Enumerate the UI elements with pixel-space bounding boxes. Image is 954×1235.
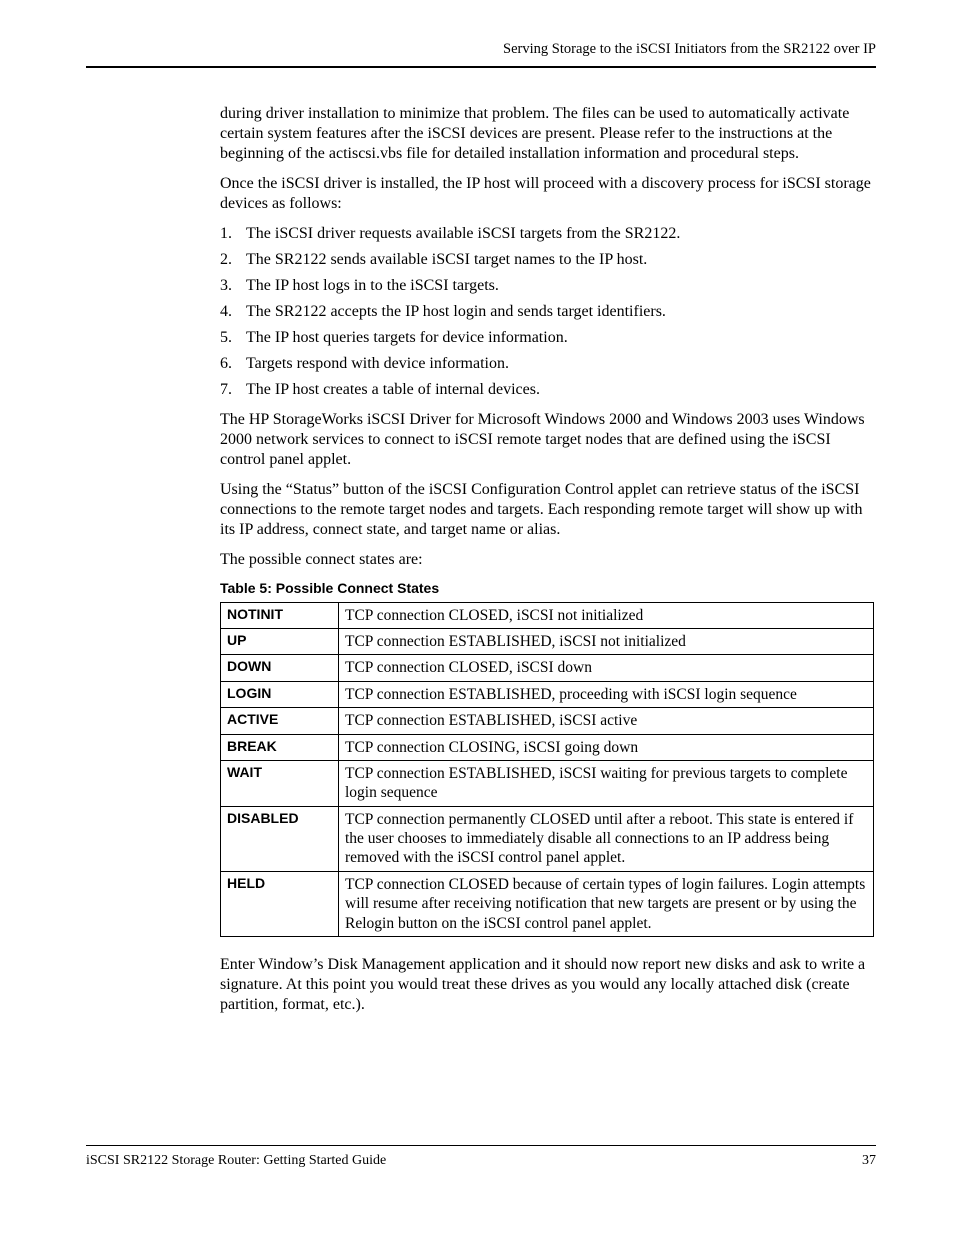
list-item: 6. Targets respond with device informatio… (220, 354, 874, 374)
paragraph: Once the iSCSI driver is installed, the … (220, 174, 874, 214)
state-cell: UP (221, 629, 339, 655)
paragraph: The HP StorageWorks iSCSI Driver for Mic… (220, 410, 874, 470)
list-text: The IP host queries targets for device i… (246, 329, 568, 346)
numbered-steps-list: 1. The iSCSI driver requests available iS… (220, 224, 874, 400)
list-item: 7. The IP host creates a table of interna… (220, 380, 874, 400)
paragraph: The possible connect states are: (220, 550, 874, 570)
state-cell: BREAK (221, 734, 339, 760)
list-number: 3. (220, 276, 232, 296)
list-text: The IP host creates a table of internal … (246, 381, 540, 398)
list-number: 7. (220, 380, 232, 400)
desc-cell: TCP connection ESTABLISHED, iSCSI waitin… (339, 760, 874, 806)
list-number: 4. (220, 302, 232, 322)
state-cell: NOTINIT (221, 602, 339, 628)
desc-cell: TCP connection CLOSED, iSCSI not initial… (339, 602, 874, 628)
table-row: UP TCP connection ESTABLISHED, iSCSI not… (221, 629, 874, 655)
table-row: BREAK TCP connection CLOSING, iSCSI goin… (221, 734, 874, 760)
desc-cell: TCP connection ESTABLISHED, iSCSI not in… (339, 629, 874, 655)
desc-cell: TCP connection ESTABLISHED, iSCSI active (339, 708, 874, 734)
state-cell: ACTIVE (221, 708, 339, 734)
body-text-column: during driver installation to minimize t… (220, 104, 874, 1015)
list-item: 1. The iSCSI driver requests available iS… (220, 224, 874, 244)
list-number: 5. (220, 328, 232, 348)
list-text: The IP host logs in to the iSCSI targets… (246, 277, 499, 294)
table-row: DISABLED TCP connection permanently CLOS… (221, 806, 874, 871)
connect-states-table: NOTINIT TCP connection CLOSED, iSCSI not… (220, 602, 874, 937)
paragraph: Enter Window’s Disk Management applicati… (220, 955, 874, 1015)
list-item: 4. The SR2122 accepts the IP host login a… (220, 302, 874, 322)
desc-cell: TCP connection ESTABLISHED, proceeding w… (339, 681, 874, 707)
table-row: ACTIVE TCP connection ESTABLISHED, iSCSI… (221, 708, 874, 734)
state-cell: HELD (221, 871, 339, 936)
footer-page-number: 37 (862, 1152, 876, 1170)
desc-cell: TCP connection CLOSING, iSCSI going down (339, 734, 874, 760)
table-row: LOGIN TCP connection ESTABLISHED, procee… (221, 681, 874, 707)
table-row: WAIT TCP connection ESTABLISHED, iSCSI w… (221, 760, 874, 806)
list-number: 2. (220, 250, 232, 270)
page-content: Serving Storage to the iSCSI Initiators … (86, 40, 876, 1025)
table-row: HELD TCP connection CLOSED because of ce… (221, 871, 874, 936)
running-header: Serving Storage to the iSCSI Initiators … (86, 40, 876, 58)
list-item: 2. The SR2122 sends available iSCSI targe… (220, 250, 874, 270)
list-text: The SR2122 sends available iSCSI target … (246, 251, 647, 268)
list-item: 5. The IP host queries targets for device… (220, 328, 874, 348)
list-item: 3. The IP host logs in to the iSCSI targe… (220, 276, 874, 296)
state-cell: DOWN (221, 655, 339, 681)
paragraph: during driver installation to minimize t… (220, 104, 874, 164)
desc-cell: TCP connection permanently CLOSED until … (339, 806, 874, 871)
list-number: 1. (220, 224, 232, 244)
list-text: Targets respond with device information. (246, 355, 509, 372)
state-cell: LOGIN (221, 681, 339, 707)
list-text: The SR2122 accepts the IP host login and… (246, 303, 666, 320)
table-row: DOWN TCP connection CLOSED, iSCSI down (221, 655, 874, 681)
list-number: 6. (220, 354, 232, 374)
footer-doc-title: iSCSI SR2122 Storage Router: Getting Sta… (86, 1152, 386, 1170)
list-text: The iSCSI driver requests available iSCS… (246, 225, 680, 242)
table-row: NOTINIT TCP connection CLOSED, iSCSI not… (221, 602, 874, 628)
state-cell: WAIT (221, 760, 339, 806)
desc-cell: TCP connection CLOSED because of certain… (339, 871, 874, 936)
table-caption: Table 5: Possible Connect States (220, 580, 874, 598)
state-cell: DISABLED (221, 806, 339, 871)
header-rule (86, 66, 876, 68)
page-footer: iSCSI SR2122 Storage Router: Getting Sta… (86, 1145, 876, 1170)
desc-cell: TCP connection CLOSED, iSCSI down (339, 655, 874, 681)
paragraph: Using the “Status” button of the iSCSI C… (220, 480, 874, 540)
